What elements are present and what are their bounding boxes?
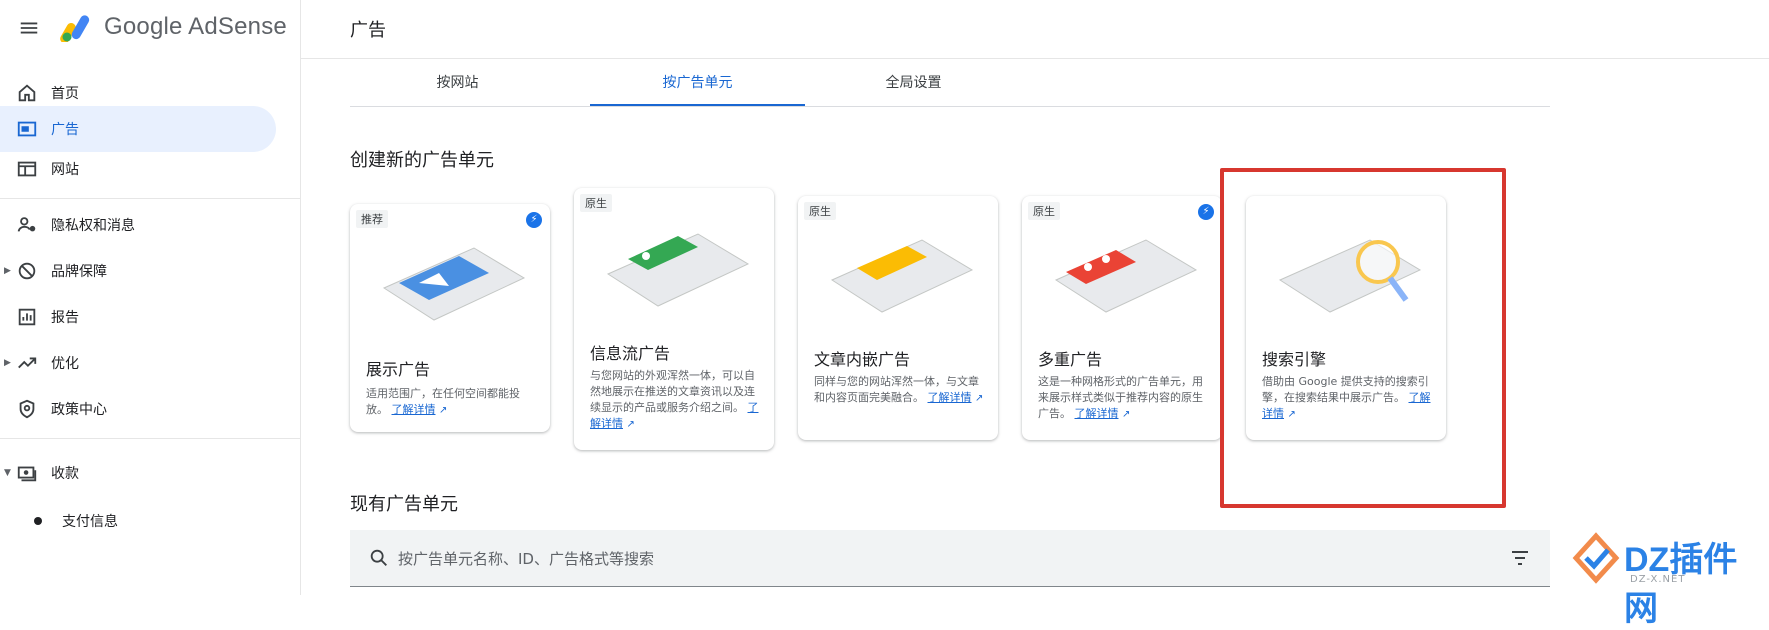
- learn-more-link[interactable]: 了解详情: [392, 403, 436, 416]
- sidebar: 首页 广告 网站 隐私权和消息 ▶ 品牌保障 报告 ▶ 优化 政策中心 ▼ 收款…: [0, 58, 301, 595]
- trending-icon: [18, 357, 37, 369]
- card-description: 与您网站的外观浑然一体，可以自然地展示在推送的文章资讯以及连续显示的产品或服务介…: [590, 369, 759, 430]
- sidebar-divider: [0, 198, 300, 199]
- brand-name: Google AdSense: [104, 13, 287, 40]
- ads-icon: [17, 121, 37, 137]
- create-section-title: 创建新的广告单元: [350, 150, 494, 171]
- page-title: 广告: [350, 20, 386, 41]
- reports-icon: [18, 308, 36, 326]
- tab-by-ad-unit[interactable]: 按广告单元: [590, 66, 805, 106]
- sidebar-item-payments[interactable]: ▼ 收款: [0, 450, 276, 496]
- sidebar-item-reports[interactable]: 报告: [0, 294, 276, 340]
- external-link-icon: ↗: [439, 405, 448, 416]
- tab-bar: 按网站 按广告单元 全局设置: [350, 66, 1550, 107]
- card-tag: 原生: [580, 194, 612, 212]
- learn-more-link[interactable]: 了解详情: [928, 391, 972, 404]
- sidebar-item-label: 隐私权和消息: [51, 218, 135, 234]
- sidebar-item-label: 首页: [51, 86, 79, 102]
- card-title: 文章内嵌广告: [814, 350, 911, 369]
- sidebar-item-payment-info[interactable]: 支付信息: [0, 498, 276, 544]
- sidebar-item-label: 政策中心: [51, 402, 107, 418]
- top-app-bar: Google AdSense 广告: [0, 0, 1769, 59]
- sidebar-item-sites[interactable]: 网站: [0, 146, 276, 192]
- ad-unit-search-bar: [350, 530, 1550, 587]
- tab-global-settings[interactable]: 全局设置: [806, 66, 1021, 106]
- sidebar-item-label: 报告: [51, 310, 79, 326]
- dz-watermark: DZ插件网 DZ-X.NET: [1572, 528, 1762, 628]
- ad-card-in-article[interactable]: 原生 文章内嵌广告 同样与您的网站浑然一体，与文章和内容页面完美融合。 了解详情…: [798, 196, 998, 440]
- card-description: 这是一种网格形式的广告单元，用来展示样式类似于推荐内容的原生广告。 了解详情 ↗: [1038, 375, 1203, 420]
- sidebar-item-privacy[interactable]: 隐私权和消息: [0, 202, 276, 248]
- block-icon: [18, 262, 36, 280]
- sites-icon: [17, 161, 37, 177]
- expand-caret-icon: ▶: [4, 266, 11, 276]
- sidebar-item-brand-safety[interactable]: ▶ 品牌保障: [0, 248, 276, 294]
- sidebar-item-policy-center[interactable]: 政策中心: [0, 386, 276, 432]
- in-article-ad-illustration: [830, 239, 974, 313]
- filter-icon[interactable]: [1510, 549, 1530, 567]
- ad-unit-search-input[interactable]: [396, 546, 1300, 572]
- policy-icon: [19, 399, 35, 419]
- card-title: 信息流广告: [590, 344, 671, 363]
- card-title: 展示广告: [366, 360, 431, 379]
- watermark-logo-icon: [1572, 532, 1620, 584]
- card-tag: 推荐: [356, 210, 388, 228]
- sidebar-item-label: 广告: [51, 122, 79, 138]
- header-divider: [300, 0, 301, 58]
- sidebar-item-label: 优化: [51, 356, 79, 372]
- ad-card-in-feed[interactable]: 原生 信息流广告 与您网站的外观浑然一体，可以自然地展示在推送的文章资讯以及连续…: [574, 188, 774, 450]
- card-description: 适用范围广，在任何空间都能投放。 了解详情 ↗: [366, 387, 520, 416]
- privacy-icon: [17, 217, 36, 232]
- collapse-caret-icon: ▼: [4, 468, 11, 478]
- card-tag: 原生: [1028, 202, 1060, 220]
- external-link-icon: ↗: [1122, 409, 1131, 420]
- sidebar-item-label: 支付信息: [62, 514, 118, 530]
- payments-icon: [17, 466, 37, 482]
- external-link-icon: ↗: [975, 393, 984, 404]
- in-feed-ad-illustration: [606, 233, 750, 307]
- watermark-subtext: DZ-X.NET: [1630, 574, 1686, 585]
- expand-caret-icon: ▶: [4, 358, 11, 368]
- dot-icon: [34, 517, 42, 525]
- ad-card-display[interactable]: 推荐 ⚡ 展示广告 适用范围广，在任何空间都能投放。 了解详情 ↗: [350, 204, 550, 432]
- adsense-logo-icon: [60, 15, 90, 42]
- highlight-annotation-box: [1220, 168, 1506, 508]
- external-link-icon: ↗: [626, 419, 635, 430]
- sidebar-item-label: 网站: [51, 162, 79, 178]
- card-tag: 原生: [804, 202, 836, 220]
- display-ad-illustration: [382, 247, 526, 321]
- home-icon: [18, 84, 36, 102]
- tab-by-site[interactable]: 按网站: [350, 66, 565, 106]
- sidebar-item-label: 收款: [51, 466, 79, 482]
- menu-icon[interactable]: [18, 17, 40, 39]
- search-icon: [370, 549, 387, 566]
- bolt-icon: ⚡: [1198, 204, 1214, 220]
- card-description: 同样与您的网站浑然一体，与文章和内容页面完美融合。 了解详情 ↗: [814, 375, 984, 404]
- sidebar-item-optimization[interactable]: ▶ 优化: [0, 340, 276, 386]
- sidebar-item-label: 品牌保障: [51, 264, 107, 280]
- sidebar-divider: [0, 438, 300, 439]
- card-title: 多重广告: [1038, 350, 1103, 369]
- ad-card-multiplex[interactable]: 原生 ⚡ 多重广告 这是一种网格形式的广告单元，用来展示样式类似于推荐内容的原生…: [1022, 196, 1222, 440]
- bolt-icon: ⚡: [526, 212, 542, 228]
- learn-more-link[interactable]: 了解详情: [1075, 407, 1119, 420]
- multiplex-ad-illustration: [1054, 239, 1198, 313]
- existing-section-title: 现有广告单元: [350, 494, 458, 515]
